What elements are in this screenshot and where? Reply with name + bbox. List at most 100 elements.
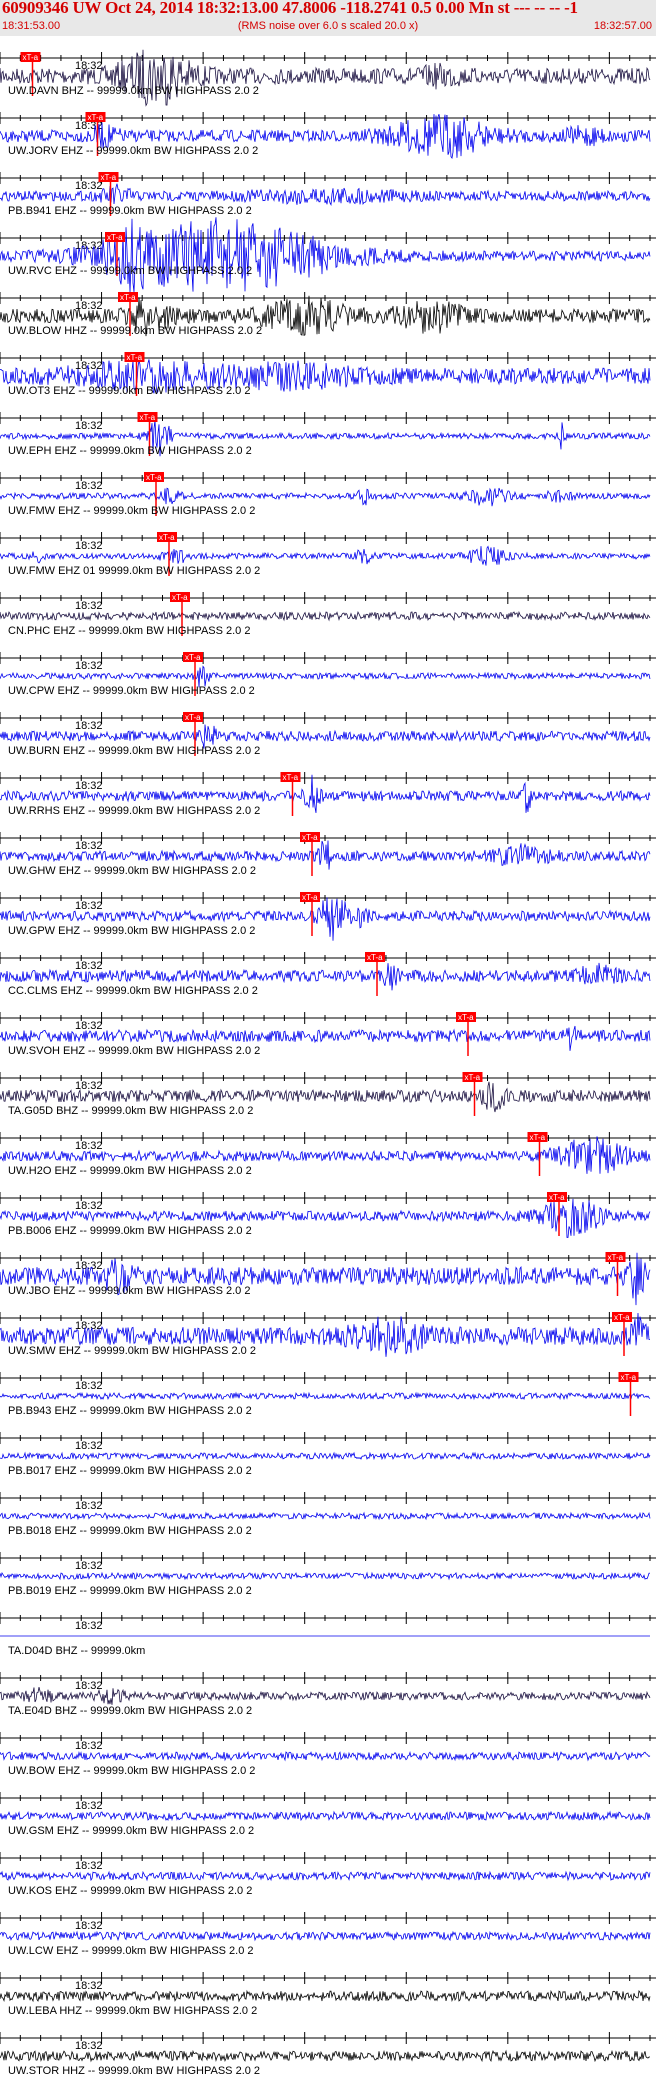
waveform — [0, 1989, 651, 2003]
station-label: UW.DAVN BHZ -- 99999.0km BW HIGHPASS 2.0… — [8, 85, 259, 97]
trace-row: 18:32 xT-a CC.CLMS EHZ -- 99999.0km BW HIG… — [0, 952, 656, 997]
station-label: CN.PHC EHZ -- 99999.0km BW HIGHPASS 2.0 … — [8, 625, 250, 637]
tick-label: 18:32 — [75, 60, 103, 72]
station-label: PB.B941 EHZ -- 99999.0km BW HIGHPASS 2.0… — [8, 205, 252, 217]
station-label: UW.KOS EHZ -- 99999.0km BW HIGHPASS 2.0 … — [8, 1885, 252, 1897]
trace-row: 18:32xT-aUW.SMW EHZ -- 99999.0km BW HIGH… — [0, 1312, 656, 1357]
trace-row: 18:32 xT-a UW.GPW EHZ -- 99999.0km BW HIGH… — [0, 892, 656, 941]
trace-row: 18:32 UW.LEBA HHZ -- 99999.0km BW HIGHPAS… — [0, 1972, 656, 2017]
tick-label: 18:32 — [75, 1680, 103, 1692]
tick-label: 18:32 — [75, 840, 103, 852]
trace-row: 18:32 PB.B019 EHZ -- 99999.0km BW HIGHPAS… — [0, 1552, 656, 1597]
waveform — [0, 1930, 651, 1942]
tick-label: 18:32 — [75, 1560, 103, 1572]
trace-row: 18:32 PB.B018 EHZ -- 99999.0km BW HIGHPAS… — [0, 1492, 656, 1537]
pick-label: xT-a — [185, 713, 201, 722]
trace-row: 18:32 xT-a UW.GHW EHZ -- 99999.0km BW HIGH… — [0, 832, 656, 877]
trace-row: 18:32 xT-a UW.CPW EHZ -- 99999.0km BW HIGH… — [0, 652, 656, 697]
tick-label: 18:32 — [75, 420, 103, 432]
trace-row: 18:32 xT-a UW.RRHS EHZ -- 99999.0km BW HIG… — [0, 772, 656, 817]
pick-label: xT-a — [549, 1193, 565, 1202]
station-label: UW.H2O EHZ -- 99999.0km BW HIGHPASS 2.0 … — [8, 1165, 252, 1177]
plot-header: 60909346 UW Oct 24, 2014 18:32:13.00 47.… — [0, 0, 656, 36]
pick-label: xT-a — [530, 1133, 546, 1142]
tick-label: 18:32 — [75, 1920, 103, 1932]
station-label: UW.BURN EHZ -- 99999.0km BW HIGHPASS 2.0… — [8, 745, 260, 757]
pick-label: xT-a — [367, 953, 383, 962]
station-label: UW.OT3 EHZ -- 99999.0km BW HIGHPASS 2.0 … — [8, 385, 250, 397]
station-label: UW.JORV EHZ -- 99999.0km BW HIGHPASS 2.0… — [8, 145, 258, 157]
station-label: TA.D04D BHZ -- 99999.0km — [8, 1645, 145, 1657]
tick-label: 18:32 — [75, 2040, 103, 2052]
tick-label: 18:32 — [75, 780, 103, 792]
waveform — [0, 2049, 650, 2063]
tick-label: 18:32 — [75, 480, 103, 492]
waveform — [0, 1451, 651, 1461]
trace-row: 18:32 xT-a UW.SVOH EHZ -- 99999.0km BW HIG… — [0, 1012, 656, 1057]
trace-row: 18:32 xT-a CN.PHC EHZ -- 99999.0km BW HIGH… — [0, 592, 656, 637]
trace-row: 18:32 xT-a UW.EPH EHZ -- 99999.0km BW HIGH… — [0, 412, 656, 457]
tick-label: 18:32 — [75, 180, 103, 192]
pick-label: xT-a — [23, 53, 39, 62]
waveform — [0, 1750, 651, 1762]
trace-row: 18:32 UW.LCW EHZ -- 99999.0km BW HIGHPASS… — [0, 1912, 656, 1957]
trace-row: 18:32 TA.E04D BHZ -- 99999.0km BW HIGHPAS… — [0, 1672, 656, 1717]
station-label: UW.JBO EHZ -- 99999.0km BW HIGHPASS 2.0 … — [8, 1285, 250, 1297]
pick-label: xT-a — [465, 1073, 481, 1082]
station-label: UW.SVOH EHZ -- 99999.0km BW HIGHPASS 2.0… — [8, 1045, 260, 1057]
station-label: TA.E04D BHZ -- 99999.0km BW HIGHPASS 2.0… — [8, 1705, 252, 1717]
pick-label: xT-a — [302, 833, 318, 842]
trace-row: 18:32xT-a PB.B941 EHZ -- 99999.0km BW HIG… — [0, 172, 656, 217]
station-label: UW.GSM EHZ -- 99999.0km BW HIGHPASS 2.0 … — [8, 1825, 254, 1837]
tick-label: 18:32 — [75, 1440, 103, 1452]
trace-row: 18:32 UW.KOS EHZ -- 99999.0km BW HIGHPASS… — [0, 1852, 656, 1897]
pick-label: xT-a — [458, 1013, 474, 1022]
waveform — [0, 1391, 651, 1401]
station-label: UW.GPW EHZ -- 99999.0km BW HIGHPASS 2.0 … — [8, 925, 255, 937]
station-label: UW.FMW EHZ -- 99999.0km BW HIGHPASS 2.0 … — [8, 505, 255, 517]
end-time-label: 18:32:57.00 — [593, 20, 652, 32]
trace-row: 18:32 xT-a UW.JBO EHZ -- 99999.0km BW HIGH… — [0, 1252, 656, 1306]
pick-label: xT-a — [88, 113, 104, 122]
station-label: UW.LEBA HHZ -- 99999.0km BW HIGHPASS 2.0… — [8, 2005, 257, 2017]
pick-label: xT-a — [608, 1253, 624, 1262]
trace-row: 18:32 TA.D04D BHZ -- 99999.0km — [0, 1612, 656, 1657]
rms-note: (RMS noise over 6.0 s scaled 20.0 x) — [237, 20, 419, 32]
station-label: CC.CLMS EHZ -- 99999.0km BW HIGHPASS 2.0… — [8, 985, 258, 997]
pick-label: xT-a — [172, 593, 188, 602]
station-label: UW.BLOW HHZ -- 99999.0km BW HIGHPASS 2.0… — [8, 325, 262, 337]
pick-label: xT-a — [283, 773, 299, 782]
tick-label: 18:32 — [75, 960, 103, 972]
pick-label: xT-a — [101, 173, 117, 182]
tick-label: 18:32 — [75, 1740, 103, 1752]
trace-row: 18:32 xT-a UW.FMW EHZ 01 99999.0km BW HIGH… — [0, 532, 656, 577]
tick-label: 18:32 — [75, 1260, 103, 1272]
trace-row: 18:32 xT-a UW.H2O EHZ -- 99999.0km BW HIGH… — [0, 1132, 656, 1177]
tick-label: 18:32 — [75, 900, 103, 912]
trace-row: 18:32 UW.BOW EHZ -- 99999.0km BW HIGHPASS… — [0, 1732, 656, 1777]
pick-label: xT-a — [120, 293, 136, 302]
tick-label: 18:32 — [75, 1200, 103, 1212]
trace-row: 18:32 PB.B017 EHZ -- 99999.0km BW HIGHPAS… — [0, 1432, 656, 1477]
waveform — [0, 1571, 651, 1581]
station-label: UW.STOR HHZ -- 99999.0km BW HIGHPASS 2.0… — [8, 2065, 260, 2077]
station-label: PB.B017 EHZ -- 99999.0km BW HIGHPASS 2.0… — [8, 1465, 252, 1477]
station-label: UW.BOW EHZ -- 99999.0km BW HIGHPASS 2.0 … — [8, 1765, 255, 1777]
tick-label: 18:32 — [75, 600, 103, 612]
tick-label: 18:32 — [75, 1860, 103, 1872]
pick-label: xT-a — [146, 473, 162, 482]
trace-row: 18:32 xT-a UW.DAVN BHZ -- 99999.0km BW HIG… — [0, 49, 656, 107]
waveform — [0, 1810, 651, 1822]
tick-label: 18:32 — [75, 1620, 103, 1632]
pick-label: xT-a — [621, 1373, 637, 1382]
station-label: UW.GHW EHZ -- 99999.0km BW HIGHPASS 2.0 … — [8, 865, 256, 877]
station-label: UW.LCW EHZ -- 99999.0km BW HIGHPASS 2.0 … — [8, 1945, 254, 1957]
waveform — [0, 610, 651, 622]
station-label: UW.EPH EHZ -- 99999.0km BW HIGHPASS 2.0 … — [8, 445, 252, 457]
trace-row: 18:32xT-aUW.JORV EHZ -- 99999.0km BW HIG… — [0, 112, 656, 159]
station-label: UW.RVC EHZ -- 99999.0km BW HIGHPASS 2.0 … — [8, 265, 252, 277]
station-label: UW.FMW EHZ 01 99999.0km BW HIGHPASS 2.0 … — [8, 565, 260, 577]
pick-label: xT-a — [302, 893, 318, 902]
pick-label: xT-a — [140, 413, 156, 422]
tick-label: 18:32 — [75, 1140, 103, 1152]
